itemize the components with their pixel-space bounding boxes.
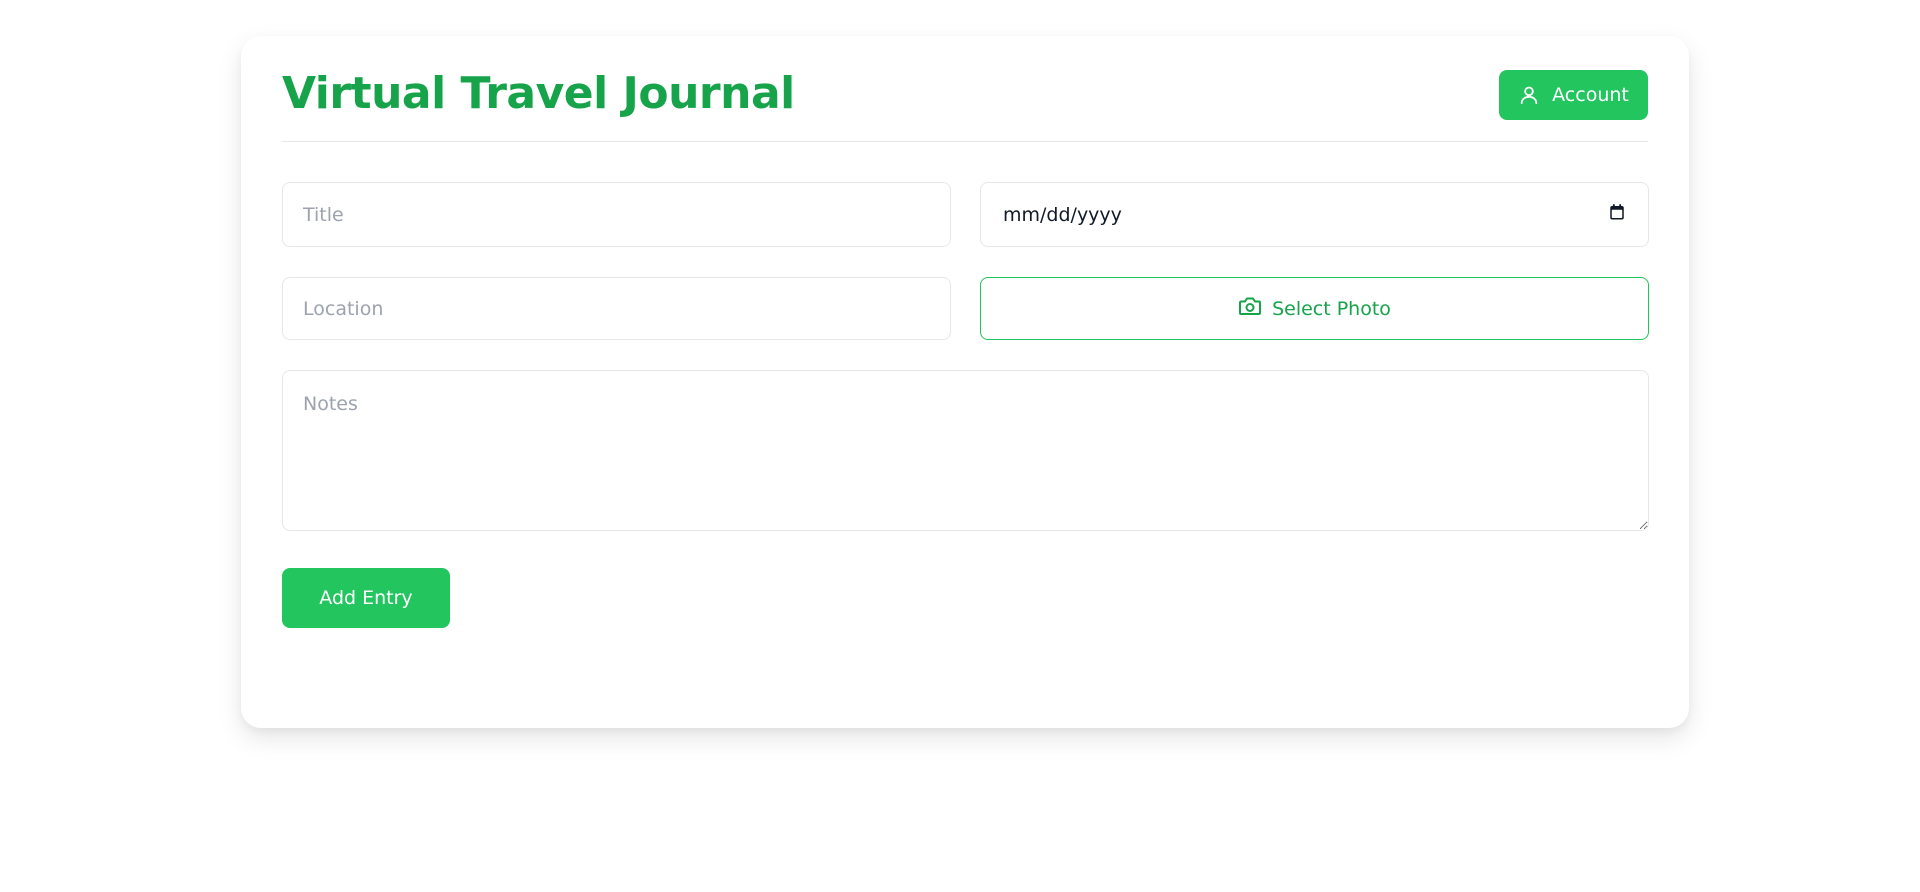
select-photo-label: Select Photo [1272, 297, 1391, 320]
user-icon [1518, 84, 1540, 106]
account-button[interactable]: Account [1499, 70, 1648, 120]
select-photo-button[interactable]: Select Photo [980, 277, 1649, 340]
add-entry-button[interactable]: Add Entry [282, 568, 450, 628]
camera-icon [1238, 295, 1262, 322]
account-button-label: Account [1552, 84, 1629, 106]
notes-textarea[interactable] [282, 370, 1649, 531]
date-input-value: mm/dd/yyyy [1003, 203, 1122, 226]
calendar-icon[interactable] [1608, 203, 1626, 226]
title-input[interactable] [282, 182, 951, 247]
header: Virtual Travel Journal Account [282, 36, 1648, 142]
location-input[interactable] [282, 277, 951, 340]
journal-card: Virtual Travel Journal Account mm/dd/yyy… [241, 36, 1689, 728]
page-title: Virtual Travel Journal [282, 68, 795, 119]
date-input[interactable]: mm/dd/yyyy [980, 182, 1649, 247]
